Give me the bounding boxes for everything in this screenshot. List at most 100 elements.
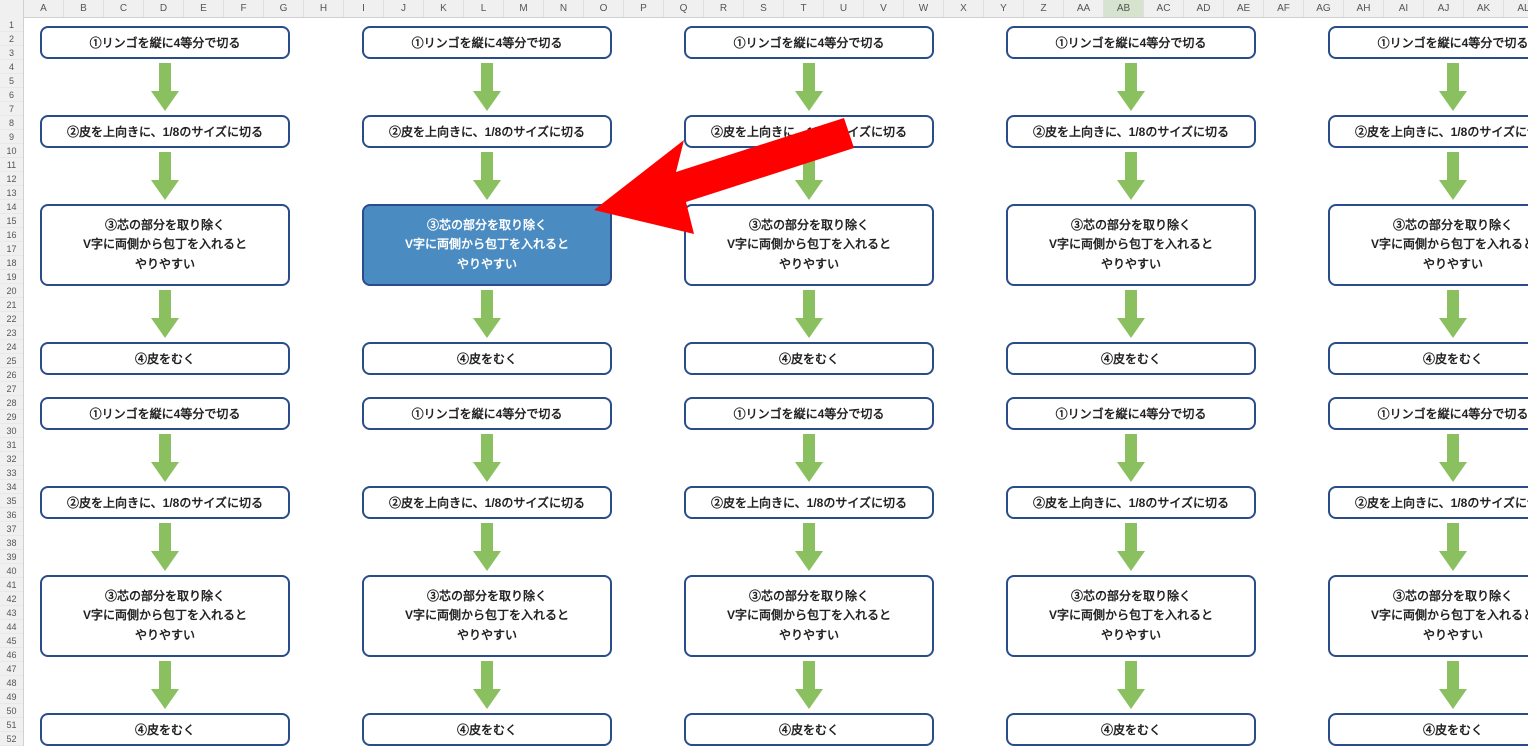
col-header-K[interactable]: K [424, 0, 464, 17]
row-header-35[interactable]: 35 [0, 494, 23, 508]
row-header-14[interactable]: 14 [0, 200, 23, 214]
flow-step-s2[interactable]: ②皮を上向きに、1/8のサイズに切る [362, 115, 612, 148]
row-header-47[interactable]: 47 [0, 662, 23, 676]
col-header-C[interactable]: C [104, 0, 144, 17]
flow-step-s2[interactable]: ②皮を上向きに、1/8のサイズに切る [40, 486, 290, 519]
row-header-44[interactable]: 44 [0, 620, 23, 634]
select-all-corner[interactable] [0, 0, 24, 18]
row-header-17[interactable]: 17 [0, 242, 23, 256]
col-header-E[interactable]: E [184, 0, 224, 17]
flow-step-s1[interactable]: ①リンゴを縦に4等分で切る [1328, 26, 1528, 59]
col-header-I[interactable]: I [344, 0, 384, 17]
col-header-AJ[interactable]: AJ [1424, 0, 1464, 17]
row-header-21[interactable]: 21 [0, 298, 23, 312]
row-header-5[interactable]: 5 [0, 74, 23, 88]
flow-step-s2[interactable]: ②皮を上向きに、1/8のサイズに切る [684, 486, 934, 519]
col-header-J[interactable]: J [384, 0, 424, 17]
col-header-Q[interactable]: Q [664, 0, 704, 17]
flow-step-s1[interactable]: ①リンゴを縦に4等分で切る [1006, 26, 1256, 59]
flow-step-s3[interactable]: ③芯の部分を取り除く V字に両側から包丁を入れると やりやすい [40, 204, 290, 286]
flow-step-s4[interactable]: ④皮をむく [362, 713, 612, 746]
col-header-AE[interactable]: AE [1224, 0, 1264, 17]
flow-step-s3[interactable]: ③芯の部分を取り除く V字に両側から包丁を入れると やりやすい [362, 575, 612, 657]
row-header-40[interactable]: 40 [0, 564, 23, 578]
row-header-13[interactable]: 13 [0, 186, 23, 200]
col-header-W[interactable]: W [904, 0, 944, 17]
row-header-26[interactable]: 26 [0, 368, 23, 382]
col-header-X[interactable]: X [944, 0, 984, 17]
row-header-34[interactable]: 34 [0, 480, 23, 494]
flow-step-s4[interactable]: ④皮をむく [1006, 342, 1256, 375]
flow-step-s4[interactable]: ④皮をむく [40, 713, 290, 746]
row-header-2[interactable]: 2 [0, 32, 23, 46]
row-header-18[interactable]: 18 [0, 256, 23, 270]
flow-step-s4[interactable]: ④皮をむく [1328, 342, 1528, 375]
row-header-36[interactable]: 36 [0, 508, 23, 522]
flow-step-s2[interactable]: ②皮を上向きに、1/8のサイズに切る [1328, 486, 1528, 519]
row-header-23[interactable]: 23 [0, 326, 23, 340]
flow-step-s1[interactable]: ①リンゴを縦に4等分で切る [362, 397, 612, 430]
row-header-11[interactable]: 11 [0, 158, 23, 172]
flow-step-s2[interactable]: ②皮を上向きに、1/8のサイズに切る [684, 115, 934, 148]
flow-step-s1[interactable]: ①リンゴを縦に4等分で切る [362, 26, 612, 59]
flow-step-s3[interactable]: ③芯の部分を取り除く V字に両側から包丁を入れると やりやすい [1006, 204, 1256, 286]
col-header-AA[interactable]: AA [1064, 0, 1104, 17]
flow-step-s3[interactable]: ③芯の部分を取り除く V字に両側から包丁を入れると やりやすい [1328, 204, 1528, 286]
col-header-AH[interactable]: AH [1344, 0, 1384, 17]
row-header-51[interactable]: 51 [0, 718, 23, 732]
flow-step-s4[interactable]: ④皮をむく [362, 342, 612, 375]
row-header-46[interactable]: 46 [0, 648, 23, 662]
col-header-P[interactable]: P [624, 0, 664, 17]
row-header-24[interactable]: 24 [0, 340, 23, 354]
row-header-30[interactable]: 30 [0, 424, 23, 438]
row-header-19[interactable]: 19 [0, 270, 23, 284]
row-header-22[interactable]: 22 [0, 312, 23, 326]
col-header-AG[interactable]: AG [1304, 0, 1344, 17]
flow-step-s1[interactable]: ①リンゴを縦に4等分で切る [1328, 397, 1528, 430]
flow-step-s1[interactable]: ①リンゴを縦に4等分で切る [40, 397, 290, 430]
row-header-16[interactable]: 16 [0, 228, 23, 242]
flow-step-s3[interactable]: ③芯の部分を取り除く V字に両側から包丁を入れると やりやすい [684, 575, 934, 657]
col-header-AK[interactable]: AK [1464, 0, 1504, 17]
row-header-43[interactable]: 43 [0, 606, 23, 620]
flow-step-s2[interactable]: ②皮を上向きに、1/8のサイズに切る [362, 486, 612, 519]
row-header-45[interactable]: 45 [0, 634, 23, 648]
row-header-4[interactable]: 4 [0, 60, 23, 74]
flow-step-s1[interactable]: ①リンゴを縦に4等分で切る [684, 397, 934, 430]
flow-step-s1[interactable]: ①リンゴを縦に4等分で切る [684, 26, 934, 59]
worksheet-canvas[interactable]: ①リンゴを縦に4等分で切る ②皮を上向きに、1/8のサイズに切る ③芯の部分を取り除… [24, 18, 1528, 728]
row-header-25[interactable]: 25 [0, 354, 23, 368]
col-header-S[interactable]: S [744, 0, 784, 17]
row-header-15[interactable]: 15 [0, 214, 23, 228]
row-header-41[interactable]: 41 [0, 578, 23, 592]
col-header-F[interactable]: F [224, 0, 264, 17]
flow-step-s3[interactable]: ③芯の部分を取り除く V字に両側から包丁を入れると やりやすい [362, 204, 612, 286]
flow-step-s3[interactable]: ③芯の部分を取り除く V字に両側から包丁を入れると やりやすい [1328, 575, 1528, 657]
row-header-1[interactable]: 1 [0, 18, 23, 32]
row-header-29[interactable]: 29 [0, 410, 23, 424]
flow-step-s2[interactable]: ②皮を上向きに、1/8のサイズに切る [1006, 115, 1256, 148]
col-header-AL[interactable]: AL [1504, 0, 1528, 17]
flow-step-s2[interactable]: ②皮を上向きに、1/8のサイズに切る [1006, 486, 1256, 519]
row-header-48[interactable]: 48 [0, 676, 23, 690]
row-header-50[interactable]: 50 [0, 704, 23, 718]
row-header-39[interactable]: 39 [0, 550, 23, 564]
flow-step-s3[interactable]: ③芯の部分を取り除く V字に両側から包丁を入れると やりやすい [684, 204, 934, 286]
col-header-Z[interactable]: Z [1024, 0, 1064, 17]
col-header-O[interactable]: O [584, 0, 624, 17]
col-header-U[interactable]: U [824, 0, 864, 17]
flow-step-s1[interactable]: ①リンゴを縦に4等分で切る [40, 26, 290, 59]
col-header-AC[interactable]: AC [1144, 0, 1184, 17]
flow-step-s4[interactable]: ④皮をむく [1328, 713, 1528, 746]
col-header-D[interactable]: D [144, 0, 184, 17]
row-header-31[interactable]: 31 [0, 438, 23, 452]
col-header-B[interactable]: B [64, 0, 104, 17]
flow-step-s4[interactable]: ④皮をむく [1006, 713, 1256, 746]
row-header-42[interactable]: 42 [0, 592, 23, 606]
col-header-AI[interactable]: AI [1384, 0, 1424, 17]
col-header-T[interactable]: T [784, 0, 824, 17]
flow-step-s4[interactable]: ④皮をむく [684, 342, 934, 375]
col-header-R[interactable]: R [704, 0, 744, 17]
row-header-38[interactable]: 38 [0, 536, 23, 550]
row-header-20[interactable]: 20 [0, 284, 23, 298]
